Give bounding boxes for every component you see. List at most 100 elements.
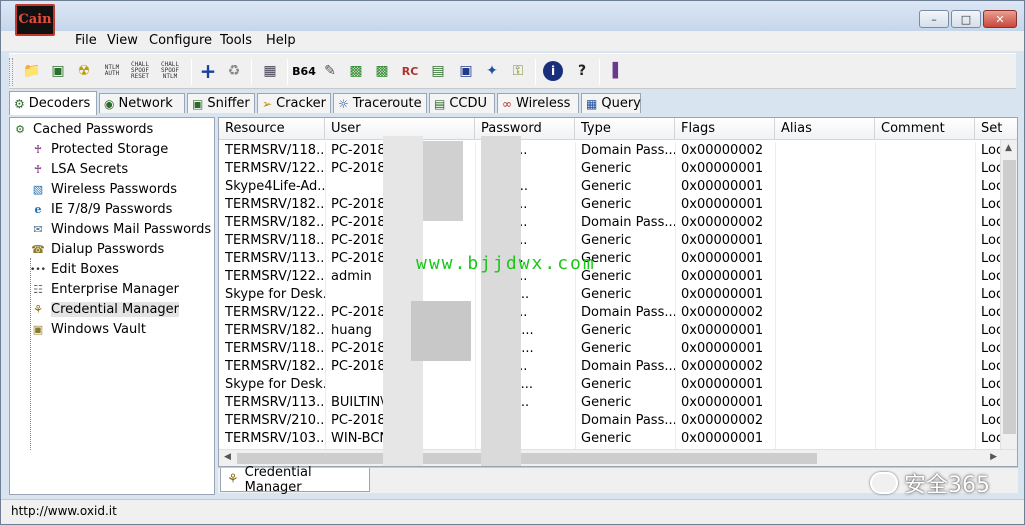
table-row[interactable]: TERMSRV/103....WIN-BCNC7g2QGeneric0x0000… [219, 430, 1003, 448]
tab-query[interactable]: ▦ Query [581, 93, 641, 113]
table-cell: 0x00000001 [681, 233, 764, 248]
close-button[interactable]: ✕ [983, 10, 1017, 28]
table-row[interactable]: TERMSRV/122.... PC-2018111 Generic 0x000000… [219, 160, 1003, 178]
table-row[interactable]: TERMSRV/122....PC-2018KAUL...Domain Pass… [219, 304, 1003, 322]
table-row[interactable]: TERMSRV/182....PC-20181KAUL...Domain Pas… [219, 358, 1003, 376]
table-row[interactable]: TERMSRV/118....PC-2018112KAUL...Domain P… [219, 142, 1003, 160]
column-header-flags[interactable]: Flags [675, 118, 775, 140]
ntlm-auth-icon[interactable]: NTLM AUTH [101, 59, 123, 83]
menu-file[interactable]: File [75, 33, 97, 48]
recycle-icon[interactable]: ♻ [223, 59, 245, 83]
load-icon[interactable]: ▣ [47, 59, 69, 83]
vertical-scrollbar[interactable]: ▲ [1000, 140, 1017, 454]
radiation-icon[interactable]: ☢ [73, 59, 95, 83]
tab-cracker[interactable]: ➢ Cracker [257, 93, 331, 113]
pencil-icon[interactable]: ✎ [319, 59, 341, 83]
table-row[interactable]: TERMSRV/118....PC-20181MbZ0j...Generic0x… [219, 340, 1003, 358]
minimize-button[interactable]: – [919, 10, 949, 28]
tab-network[interactable]: ◉ Network [99, 93, 185, 113]
scroll-up-icon[interactable]: ▲ [1005, 143, 1012, 153]
redaction-mosaic [411, 301, 471, 361]
app-logo: Cain [15, 4, 55, 36]
decoder-tree: ⚙ Cached Passwords ♰ Protected Storage ♰ LS… [9, 117, 215, 495]
tree-item-credential-manager[interactable]: ⚘ Credential Manager [30, 302, 180, 317]
table-row[interactable]: TERMSRV/182....huangMbZ0j...Generic0x000… [219, 322, 1003, 340]
ram-icon[interactable]: ▤ [427, 59, 449, 83]
cached-passwords-icon: ⚙ [15, 123, 25, 136]
table-row[interactable]: TERMSRV/113....PC-2018mBjt...Generic0x00… [219, 250, 1003, 268]
tree-item-enterprise-manager[interactable]: ☷ Enterprise Manager [30, 282, 179, 297]
tree-item-protected-storage[interactable]: ♰ Protected Storage [30, 142, 168, 157]
tree-item-lsa-secrets[interactable]: ♰ LSA Secrets [30, 162, 128, 177]
tree-item-windows-vault[interactable]: ▣ Windows Vault [30, 322, 146, 337]
network-icon[interactable]: ✦ [481, 59, 503, 83]
table-cell [875, 322, 975, 340]
tree-item-edit-boxes[interactable]: ••• Edit Boxes [30, 262, 119, 277]
toolbar-grip[interactable] [9, 58, 13, 86]
exit-icon[interactable]: ▌ [607, 59, 629, 83]
tab-label: CCDU [449, 96, 488, 111]
table-row[interactable]: TERMSRV/113....BUILTIN\a018=...Generic0x… [219, 394, 1003, 412]
window-controls: – □ ✕ [919, 10, 1017, 28]
table-row[interactable]: Skype for Desk...ken":"...Generic0x00000… [219, 376, 1003, 394]
tree-item-dialup-passwords[interactable]: ☎ Dialup Passwords [30, 242, 164, 257]
tree-label: Enterprise Manager [51, 282, 179, 297]
table-cell [775, 430, 875, 448]
menu-help[interactable]: Help [266, 33, 296, 48]
menu-configure[interactable]: Configure [149, 33, 212, 48]
open-folder-icon[interactable]: 📁 [21, 59, 43, 83]
rc-icon[interactable]: RC [399, 59, 421, 83]
scroll-left-icon[interactable]: ◀ [224, 452, 231, 462]
tree-item-windows-mail-passwords[interactable]: ✉ Windows Mail Passwords [30, 222, 211, 237]
info-icon[interactable]: i [543, 61, 563, 81]
add-icon[interactable]: + [197, 59, 219, 83]
table-cell: Skype4Life-Ad... [225, 179, 325, 194]
column-header-set[interactable]: Set [975, 118, 1017, 140]
hash-icon[interactable]: ▩ [345, 59, 367, 83]
tab-credential-manager[interactable]: ⚘ Credential Manager [220, 465, 370, 495]
tree-root-cached-passwords[interactable]: ⚙ Cached Passwords [12, 122, 153, 137]
table-cell: 0x00000001 [681, 341, 764, 356]
horizontal-scrollbar[interactable]: ◀ ▶ [219, 449, 1017, 466]
table-cell: TERMSRV/113.... [225, 251, 325, 266]
table-row[interactable]: TERMSRV/122....adminKAUL...Generic0x0000… [219, 268, 1003, 286]
tools-icon[interactable]: ▦ [259, 59, 281, 83]
column-header-type[interactable]: Type [575, 118, 675, 140]
menu-tools[interactable]: Tools [220, 33, 252, 48]
column-header-comment[interactable]: Comment [875, 118, 975, 140]
cracker-icon: ➢ [262, 96, 273, 111]
table-cell [775, 250, 875, 268]
tree-label: IE 7/8/9 Passwords [51, 202, 173, 217]
help-icon[interactable]: ? [571, 59, 593, 83]
tab-ccdu[interactable]: ▤ CCDU [429, 93, 495, 113]
table-row[interactable]: TERMSRV/182....PC-2018KAUL...Domain Pass… [219, 214, 1003, 232]
table-row[interactable]: TERMSRV/182....PC-2018KAUL...Generic0x00… [219, 196, 1003, 214]
table-cell: 0x00000001 [681, 395, 764, 410]
table-row[interactable]: TERMSRV/118....PC-2018KAUL...Generic0x00… [219, 232, 1003, 250]
key-icon[interactable]: ⚿ [507, 59, 529, 83]
column-header-resource[interactable]: Resource [219, 118, 325, 140]
toolbar-separator [251, 59, 252, 85]
horizontal-scroll-thumb[interactable] [237, 453, 817, 464]
tree-item-ie-passwords[interactable]: e IE 7/8/9 Passwords [30, 202, 173, 217]
tab-decoders[interactable]: ⚙ Decoders [9, 91, 97, 115]
tab-sniffer[interactable]: ▣ Sniffer [187, 93, 255, 113]
tab-wireless[interactable]: ∞ Wireless [497, 93, 579, 113]
base64-icon[interactable]: B64 [292, 59, 316, 83]
scroll-right-icon[interactable]: ▶ [990, 452, 997, 462]
menu-view[interactable]: View [107, 33, 138, 48]
column-header-alias[interactable]: Alias [775, 118, 875, 140]
chip-icon[interactable]: ▣ [455, 59, 477, 83]
table-cell: TERMSRV/210.... [225, 413, 325, 428]
hash2-icon[interactable]: ▩ [371, 59, 393, 83]
table-row[interactable]: TERMSRV/210....PC-2018111017...Domain Pa… [219, 412, 1003, 430]
table-cell: Generic [581, 341, 632, 356]
chall-spoof-ntlm-icon[interactable]: CHALL SPOOF NTLM [157, 59, 183, 83]
tab-traceroute[interactable]: ☼ Traceroute [333, 93, 427, 113]
vertical-scroll-thumb[interactable] [1003, 160, 1016, 434]
tree-item-wireless-passwords[interactable]: ▧ Wireless Passwords [30, 182, 177, 197]
table-row[interactable]: Skype4Life-Ad...ope":...Generic0x0000000… [219, 178, 1003, 196]
chall-spoof-reset-icon[interactable]: CHALL SPOOF RESET [127, 59, 153, 83]
maximize-button[interactable]: □ [951, 10, 981, 28]
table-row[interactable]: Skype for Desk...mLk1...Generic0x0000000… [219, 286, 1003, 304]
